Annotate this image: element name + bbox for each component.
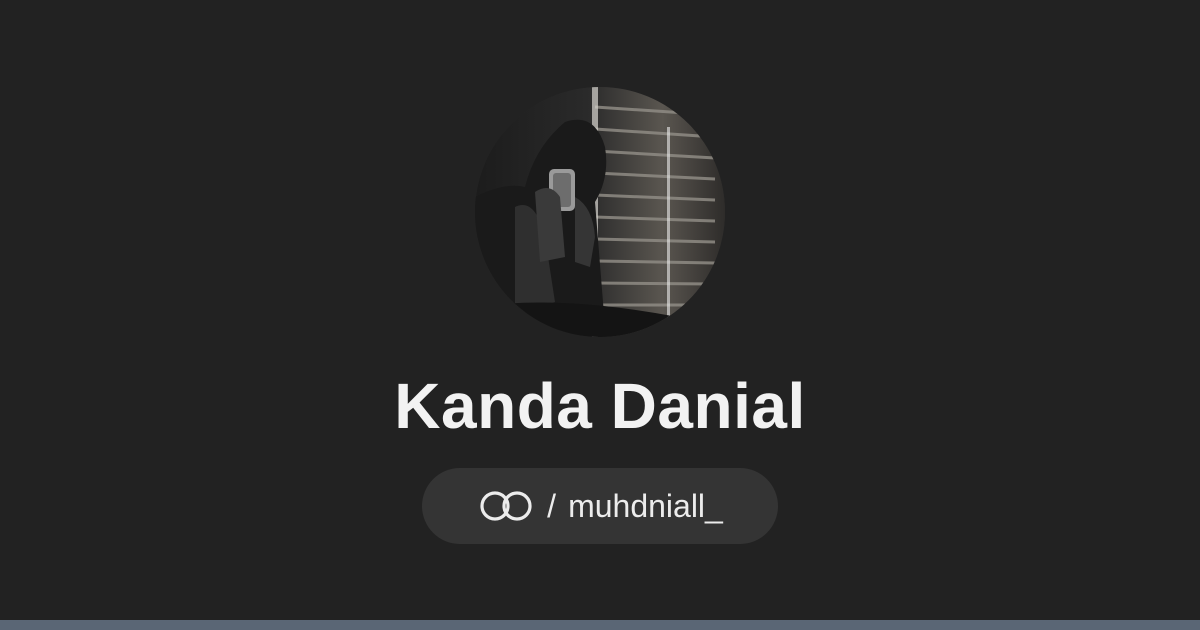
display-name: Kanda Danial [394, 370, 806, 442]
threads-link-icon [477, 489, 535, 523]
avatar-photo-icon [475, 87, 725, 337]
profile-avatar [475, 87, 725, 337]
threads-profile-link[interactable]: / muhdniall_ [422, 468, 778, 544]
profile-card: Kanda Danial / muhdniall_ [0, 0, 1200, 630]
link-separator: / [547, 487, 557, 524]
profile-handle: muhdniall_ [568, 487, 723, 524]
bottom-accent-bar [0, 620, 1200, 630]
